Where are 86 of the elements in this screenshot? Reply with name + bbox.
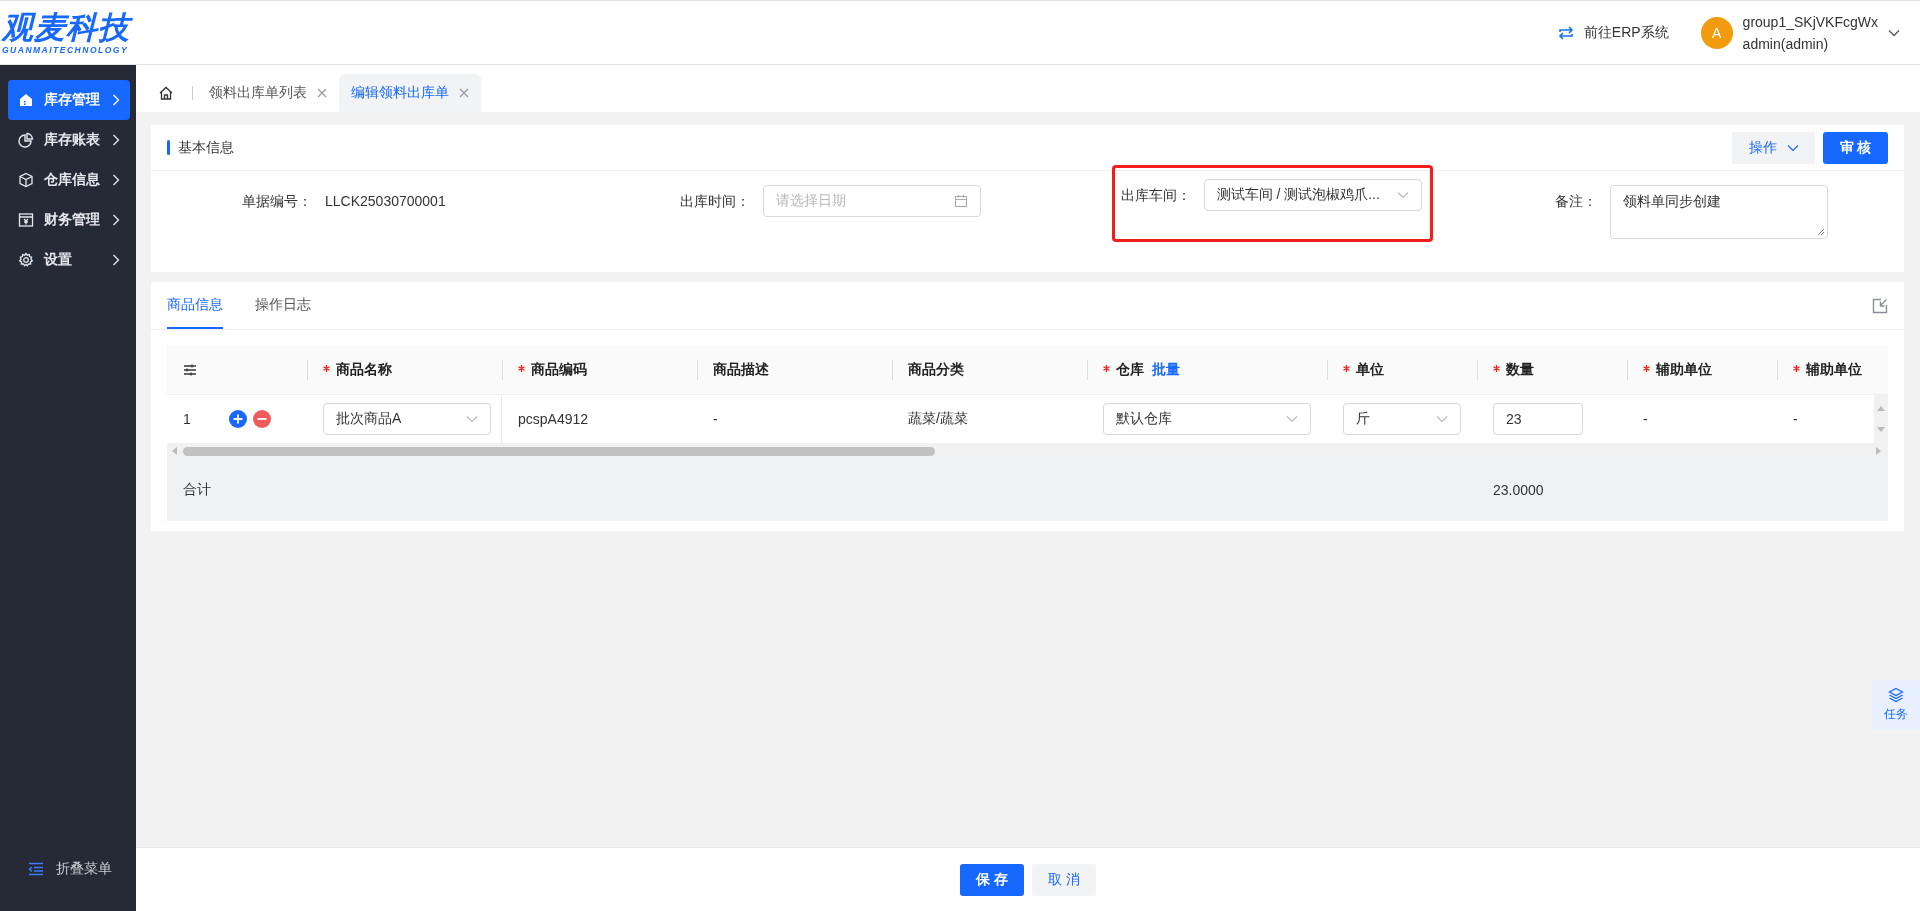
chevron-down-icon	[1888, 28, 1900, 37]
cube-icon	[18, 172, 34, 188]
cancel-button[interactable]: 取 消	[1032, 863, 1096, 896]
close-icon	[317, 88, 327, 98]
collapse-menu-button[interactable]: 折叠菜单	[0, 860, 136, 911]
approve-button[interactable]: 审 核	[1823, 131, 1888, 164]
scroll-right-icon	[1876, 447, 1882, 455]
user-account: admin(admin)	[1742, 34, 1830, 54]
field-label: 出库车间：	[1120, 186, 1192, 205]
table-cell: -	[713, 411, 718, 427]
user-group: group1_SKjVKFcgWx	[1742, 10, 1878, 33]
table-cell: pcspA4912	[518, 411, 589, 427]
summary-value: 23.0000	[1493, 482, 1544, 498]
home-icon	[158, 85, 174, 101]
column-header: 商品分类	[908, 361, 964, 379]
row-number: 1	[183, 411, 192, 427]
section-title: 基本信息	[178, 138, 234, 157]
caret-icon	[466, 415, 478, 423]
column-header: 商品描述	[713, 361, 769, 379]
sidebar-item[interactable]: 库存账表	[8, 120, 130, 160]
summary-label: 合计	[183, 481, 211, 499]
chevron-right-icon	[112, 214, 120, 226]
chevron-right-icon	[112, 94, 120, 106]
task-button[interactable]: 任务	[1872, 680, 1920, 730]
table-cell: 蔬菜/蔬菜	[908, 410, 968, 428]
remove-row-icon[interactable]	[253, 410, 271, 428]
settings-icon	[18, 252, 34, 268]
scroll-down-icon	[1877, 427, 1885, 433]
table-cell: -	[1793, 411, 1798, 427]
menu-fold-icon	[28, 862, 44, 876]
chevron-right-icon	[112, 134, 120, 146]
title-marker	[167, 140, 170, 155]
ledger-icon	[18, 212, 34, 228]
user-menu[interactable]: A group1_SKjVKFcgWx admin(admin)	[1700, 10, 1900, 55]
add-row-icon[interactable]	[229, 410, 247, 428]
layers-icon	[1888, 687, 1904, 703]
chevron-right-icon	[112, 174, 120, 186]
pie-chart-icon	[18, 132, 34, 148]
caret-icon	[1286, 415, 1298, 423]
sidebar-item[interactable]: 库存管理	[8, 80, 130, 120]
column-settings-icon[interactable]	[183, 364, 197, 376]
section-tab[interactable]: 操作日志	[255, 282, 311, 329]
column-header: 辅助单位	[1656, 361, 1712, 379]
chevron-right-icon	[112, 254, 120, 266]
scroll-left-icon	[171, 447, 177, 455]
column-header: 仓库	[1116, 361, 1144, 379]
external-link-icon[interactable]	[1872, 297, 1888, 314]
action-dropdown[interactable]: 操作	[1732, 131, 1815, 164]
erp-link[interactable]: 前往ERP系统	[1556, 23, 1669, 42]
save-button[interactable]: 保 存	[960, 863, 1024, 896]
field-label: 出库时间：	[679, 192, 752, 211]
quantity-field[interactable]: 23	[1493, 403, 1583, 435]
column-header: 商品编码	[531, 361, 587, 379]
horizontal-scrollbar[interactable]	[167, 443, 1888, 459]
page-tab[interactable]: 领料出库单列表	[197, 74, 339, 112]
table-cell: -	[1643, 411, 1648, 427]
scroll-thumb[interactable]	[183, 446, 935, 456]
page-tab[interactable]: 编辑领料出库单	[339, 74, 481, 112]
caret-icon	[1786, 143, 1799, 152]
column-header: 商品名称	[336, 361, 392, 379]
sidebar-item[interactable]: 设置	[8, 240, 130, 280]
swap-icon	[1556, 23, 1575, 42]
scroll-up-icon	[1877, 405, 1885, 411]
select-field[interactable]: 默认仓库	[1103, 403, 1311, 435]
remark-field[interactable]: 领料单同步创建	[1609, 185, 1828, 239]
caret-icon	[1396, 191, 1409, 199]
sidebar-item[interactable]: 仓库信息	[8, 160, 130, 200]
resize-handle-icon	[1816, 228, 1825, 236]
caret-icon	[1436, 415, 1448, 423]
sidebar-item[interactable]: 财务管理	[8, 200, 130, 240]
field-value: LLCK25030700001	[325, 192, 446, 211]
select-field[interactable]: 测试车间 / 测试泡椒鸡爪...	[1203, 179, 1422, 211]
field-label: 单据编号：	[241, 192, 313, 211]
vertical-scrollbar[interactable]	[1874, 395, 1888, 443]
select-field[interactable]: 斤	[1343, 403, 1461, 435]
batch-link[interactable]: 批量	[1152, 361, 1180, 379]
close-icon	[459, 88, 469, 98]
avatar: A	[1700, 16, 1733, 49]
column-header: 单位	[1356, 361, 1384, 379]
column-header: 数量	[1506, 361, 1534, 379]
calendar-icon	[954, 194, 969, 208]
house-icon	[18, 92, 34, 108]
field-label: 备注：	[1553, 192, 1598, 211]
column-header: 辅助单位	[1806, 361, 1862, 379]
section-tab[interactable]: 商品信息	[167, 282, 223, 329]
select-field[interactable]: 批次商品A	[323, 403, 491, 435]
